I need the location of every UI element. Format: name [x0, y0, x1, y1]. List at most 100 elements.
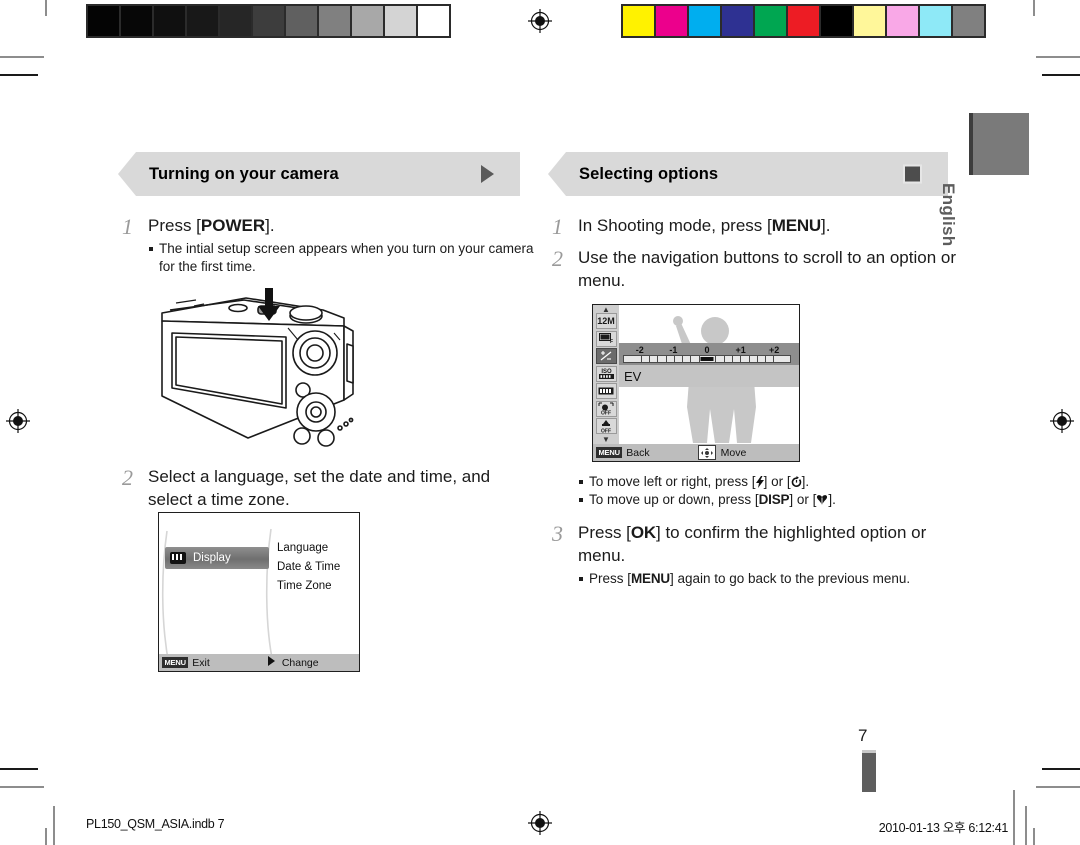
- timer-icon: [791, 474, 802, 489]
- step-number: 1: [552, 214, 563, 239]
- grayscale-patch: [187, 6, 218, 36]
- resolution-12m-icon[interactable]: 12M: [595, 313, 617, 329]
- right-column: Selecting options 1 In Shooting mode, pr…: [548, 152, 968, 292]
- color-patch: [656, 6, 687, 36]
- triangle-right-icon: [481, 165, 494, 183]
- footer-move-label: Move: [720, 446, 747, 459]
- grayscale-patch: [154, 6, 185, 36]
- color-patch: [623, 6, 654, 36]
- smart-filter-off-icon[interactable]: OFF: [595, 418, 617, 434]
- color-patch: [953, 6, 984, 36]
- color-patch: [854, 6, 885, 36]
- arrow-down-icon: [256, 288, 282, 327]
- chevron-down-icon[interactable]: ▼: [602, 435, 610, 443]
- step-text: Press [POWER].: [148, 214, 538, 237]
- face-detect-off-icon[interactable]: OFF: [595, 400, 617, 417]
- trim-line-right-inner: [1013, 790, 1015, 845]
- step-text: Select a language, set the date and time…: [148, 467, 491, 509]
- step-text-before: In Shooting mode, press [: [578, 216, 772, 235]
- step-text-after: ].: [265, 216, 275, 235]
- page-number-bar: [862, 750, 876, 792]
- language-tab-block: [969, 113, 1029, 175]
- grayscale-patch: [352, 6, 383, 36]
- printed-page: Turning on your camera 1 Press [POWER]. …: [0, 0, 1080, 845]
- section-title: Selecting options: [579, 164, 719, 183]
- macro-icon: [816, 492, 828, 507]
- section-header-selecting-options: Selecting options: [548, 152, 948, 196]
- trim-line-right: [1025, 806, 1027, 845]
- step-text: Press [OK] to confirm the highlighted op…: [578, 521, 978, 567]
- ev-value-marker[interactable]: [700, 357, 714, 361]
- ev-tick-label: +1: [735, 345, 746, 355]
- step-1-left: 1 Press [POWER]. The intial setup screen…: [118, 214, 538, 276]
- grayscale-patch: [253, 6, 284, 36]
- grayscale-patch: [286, 6, 317, 36]
- flash-icon: [755, 474, 764, 489]
- bullet-text-middle: ] or [: [763, 474, 791, 489]
- registration-mark-left: [5, 408, 31, 434]
- ev-label: EV: [624, 368, 642, 384]
- key-disp: DISP: [758, 492, 790, 507]
- key-power: POWER: [200, 216, 266, 235]
- step-2-left: 2 Select a language, set the date and ti…: [118, 465, 538, 511]
- bullet-text: The intial setup screen appears when you…: [159, 241, 534, 274]
- color-patch: [689, 6, 720, 36]
- ev-tick-labels: -2 -1 0 +1 +2: [623, 345, 791, 355]
- step-number: 3: [552, 521, 563, 546]
- ev-scale[interactable]: -2 -1 0 +1 +2: [623, 345, 791, 363]
- crop-mark-br-v: [1033, 828, 1035, 845]
- left-column-step2: 2 Select a language, set the date and ti…: [118, 465, 538, 511]
- bullet-text-after: ].: [801, 474, 810, 489]
- bullet-text-before: To move up or down, press [: [589, 492, 759, 507]
- settings-selected-row[interactable]: Display: [165, 547, 269, 569]
- crop-mark-tl-black: [0, 74, 38, 76]
- step-number: 2: [122, 465, 133, 490]
- key-ok: OK: [630, 523, 657, 542]
- camera-rear-illustration: [148, 288, 363, 453]
- settings-menu-item[interactable]: Date & Time: [277, 558, 340, 577]
- step-text-before: Press [: [148, 216, 201, 235]
- grayscale-patch: [385, 6, 416, 36]
- crop-mark-br-black: [1042, 768, 1080, 770]
- grayscale-patch: [220, 6, 251, 36]
- bullet-text-middle: ] or [: [789, 492, 817, 507]
- svg-text:OFF: OFF: [601, 428, 611, 433]
- ev-tick-label: 0: [704, 345, 710, 355]
- menu-screen-footer: MENU Back Move: [593, 444, 799, 461]
- color-patch: [788, 6, 819, 36]
- settings-screen-illustration: Display Language Date & Time Time Zone M…: [158, 512, 360, 672]
- svg-text:F: F: [610, 339, 613, 344]
- menu-icon-strip: ▲ 12M F ISO OFF OFF ▼: [593, 305, 619, 444]
- trim-line-left: [53, 806, 55, 845]
- ev-tick-label: -2: [635, 345, 644, 355]
- menu-chip: MENU: [596, 447, 623, 458]
- crop-mark-tr-black: [1042, 74, 1080, 76]
- grayscale-patch: [319, 6, 350, 36]
- step-text-before: Press [: [578, 523, 631, 542]
- key-menu: MENU: [631, 571, 670, 586]
- settings-menu-item[interactable]: Time Zone: [277, 577, 340, 596]
- crop-mark-tr-gray: [1036, 56, 1080, 58]
- ev-icon[interactable]: [595, 348, 617, 364]
- iso-icon[interactable]: ISO: [595, 365, 617, 382]
- chevron-up-icon[interactable]: ▲: [602, 306, 610, 314]
- white-balance-icon[interactable]: [595, 383, 617, 399]
- registration-mark-top: [527, 8, 553, 34]
- bullet-text-after: ] again to go back to the previous menu.: [669, 571, 911, 586]
- footer-exit-label: Exit: [192, 656, 210, 669]
- right-column-lower: To move left or right, press [ ] or []. T…: [548, 470, 978, 588]
- crop-mark-tl-gray: [0, 56, 44, 58]
- color-patch: [920, 6, 951, 36]
- bullet-text-before: To move left or right, press [: [589, 474, 756, 489]
- menu-chip: MENU: [162, 657, 189, 668]
- key-menu: MENU: [771, 216, 821, 235]
- ev-tick-label: +2: [769, 345, 780, 355]
- bullet-item: Press [MENU] again to go back to the pre…: [578, 570, 978, 588]
- section-header-turning-on: Turning on your camera: [118, 152, 520, 196]
- color-patch: [887, 6, 918, 36]
- settings-menu-item[interactable]: Language: [277, 539, 340, 558]
- footer-timestamp: 2010-01-13 오후 6:12:41: [878, 821, 1009, 835]
- settings-screen-footer: MENU Exit Change: [159, 654, 359, 671]
- quality-icon[interactable]: F: [595, 330, 617, 347]
- crop-mark-tl-v: [45, 0, 47, 16]
